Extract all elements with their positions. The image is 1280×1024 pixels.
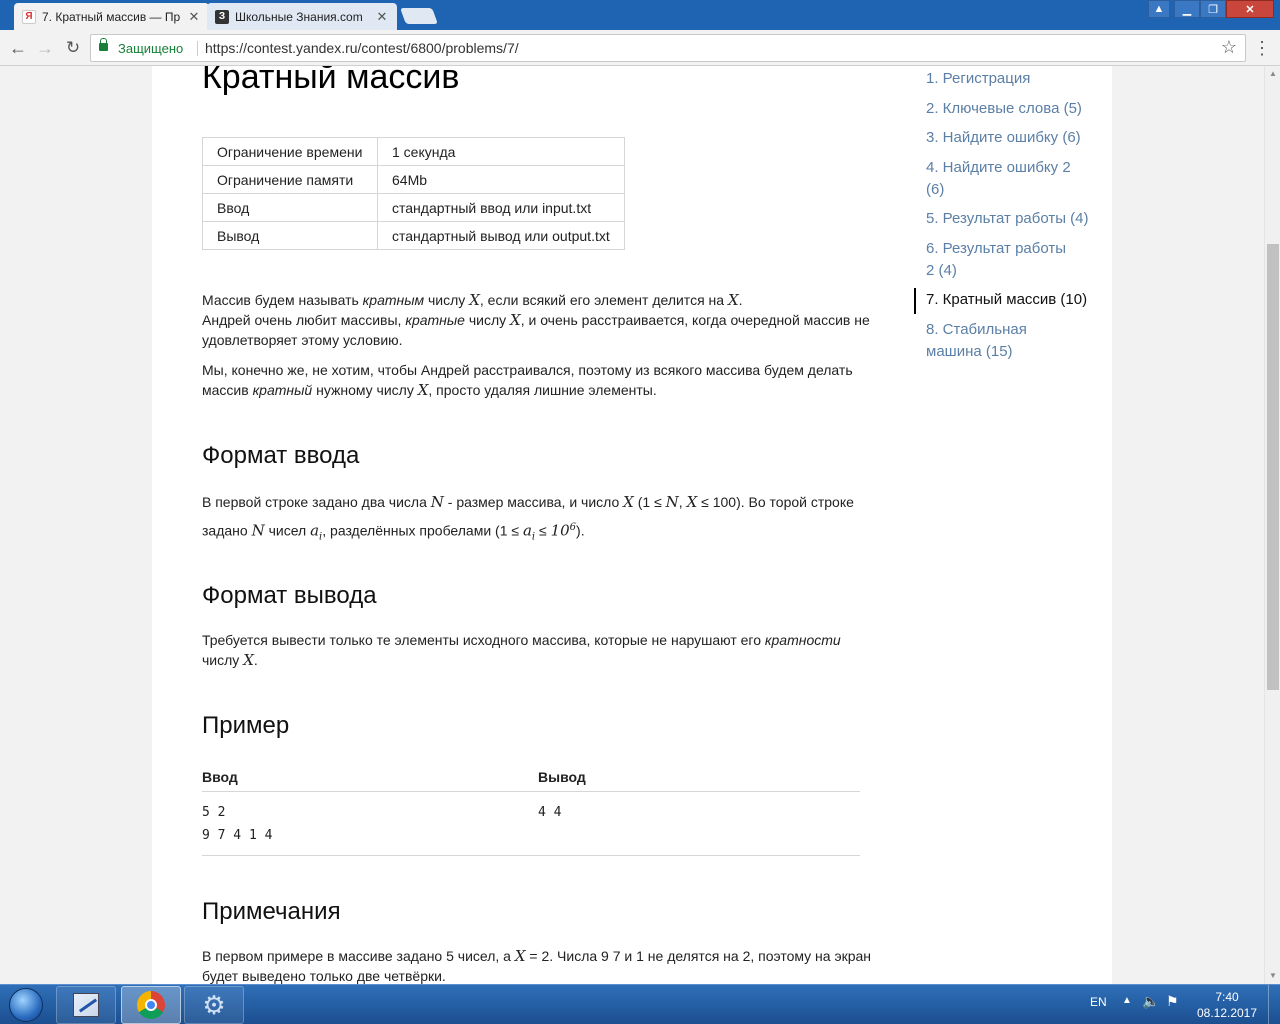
sidebar-item-result[interactable]: 5. Результат работы (4) — [926, 208, 1104, 230]
lock-icon — [99, 38, 108, 51]
table-row: Ограничение памяти 64Mb — [202, 165, 625, 194]
limits-table: Ограничение времени 1 секунда Ограничени… — [202, 137, 625, 250]
clock-date[interactable]: 08.12.2017 — [1196, 1006, 1258, 1020]
reload-icon[interactable]: ↻ — [61, 36, 85, 60]
taskbar-paint-app[interactable] — [56, 986, 116, 1024]
browser-toolbar: ← → ↻ Защищено https://contest.yandex.ru… — [0, 30, 1280, 66]
limit-key: Вывод — [202, 221, 378, 250]
tab-title: Школьные Знания.com — [235, 9, 363, 24]
back-arrow-icon[interactable]: ← — [6, 36, 30, 60]
gear-icon: ⚙ — [202, 989, 226, 1020]
tab-strip: Я 7. Кратный массив — Пр ✕ З Школьные Зн… — [0, 0, 1280, 30]
kebab-menu-icon[interactable]: ⋮ — [1252, 36, 1272, 60]
limit-value: стандартный вывод или output.txt — [377, 221, 625, 250]
statement-paragraph-2: Мы, конечно же, не хотим, чтобы Андрей р… — [202, 362, 853, 399]
page-viewport: Кратный массив Ограничение времени 1 сек… — [0, 66, 1264, 984]
example-divider — [202, 791, 860, 792]
clock-time[interactable]: 7:40 — [1196, 990, 1258, 1004]
tray-expand-icon[interactable]: ▲ — [1122, 995, 1132, 1006]
action-center-flag-icon[interactable]: ⚑ — [1166, 993, 1179, 1010]
language-indicator[interactable]: EN — [1090, 995, 1107, 1009]
url-separator — [197, 41, 198, 56]
example-input-label: Ввод — [202, 769, 238, 785]
sidebar-item-registration[interactable]: 1. Регистрация — [926, 68, 1104, 90]
output-format-heading: Формат вывода — [202, 582, 377, 609]
limit-value: 1 секунда — [377, 137, 625, 166]
start-button[interactable] — [4, 986, 48, 1024]
paint-icon — [73, 993, 99, 1017]
bookmark-star-icon[interactable]: ☆ — [1221, 37, 1237, 58]
sidebar-item-find-bug-2[interactable]: 4. Найдите ошибку 2 (6) — [926, 157, 1076, 201]
taskbar-settings-app[interactable]: ⚙ — [184, 986, 244, 1024]
active-indicator — [914, 288, 916, 314]
secure-label: Защищено — [118, 41, 184, 56]
close-tab-icon[interactable]: ✕ — [187, 9, 201, 25]
new-tab-button[interactable] — [400, 8, 438, 24]
limit-key: Ограничение времени — [202, 137, 378, 166]
example-output-text[interactable]: 4 4 — [538, 801, 561, 824]
table-row: Вывод стандартный вывод или output.txt — [202, 221, 625, 250]
example-heading: Пример — [202, 712, 290, 739]
address-bar[interactable]: Защищено https://contest.yandex.ru/conte… — [90, 34, 1246, 62]
scroll-thumb[interactable] — [1267, 244, 1279, 690]
tab-active[interactable]: Я 7. Кратный массив — Пр ✕ — [14, 3, 209, 30]
scroll-up-icon[interactable]: ▲ — [1265, 66, 1280, 82]
notes-heading: Примечания — [202, 898, 341, 925]
tab-inactive[interactable]: З Школьные Знания.com ✕ — [207, 3, 397, 30]
show-desktop-button[interactable] — [1268, 985, 1280, 1024]
sidebar-item-result-2[interactable]: 6. Результат работы 2 (4) — [926, 238, 1076, 282]
taskbar-chrome-app[interactable] — [121, 986, 181, 1024]
close-tab-icon[interactable]: ✕ — [375, 9, 389, 25]
example-divider — [202, 855, 860, 856]
windows-logo-icon — [9, 988, 43, 1022]
minimize-button[interactable]: ▁ — [1174, 0, 1200, 18]
znania-favicon-icon: З — [215, 9, 229, 24]
close-window-button[interactable]: ✕ — [1226, 0, 1274, 18]
scroll-down-icon[interactable]: ▼ — [1265, 968, 1280, 984]
example-input-text[interactable]: 5 2 9 7 4 1 4 — [202, 801, 272, 847]
page-title: Кратный массив — [202, 66, 460, 96]
content-card: Кратный массив Ограничение времени 1 сек… — [152, 66, 1112, 984]
user-icon[interactable]: ▲ — [1148, 0, 1170, 18]
page-scrollbar[interactable]: ▲ ▼ — [1264, 66, 1280, 984]
output-format-text: Требуется вывести только те элементы исх… — [202, 632, 841, 669]
tab-title: 7. Кратный массив — Пр — [42, 9, 181, 24]
sidebar-item-stable-machine[interactable]: 8. Стабильная машина (15) — [926, 319, 1056, 363]
limit-value: 64Mb — [377, 165, 625, 194]
limit-key: Ограничение памяти — [202, 165, 378, 194]
speaker-icon[interactable]: 🔈 — [1142, 993, 1159, 1010]
table-row: Ограничение времени 1 секунда — [202, 137, 625, 166]
input-format-heading: Формат ввода — [202, 442, 360, 469]
table-row: Ввод стандартный ввод или input.txt — [202, 193, 625, 222]
limit-key: Ввод — [202, 193, 378, 222]
sidebar-item-find-bug[interactable]: 3. Найдите ошибку (6) — [926, 127, 1104, 149]
notes-text: В первом примере в массиве задано 5 чисе… — [202, 947, 872, 984]
limit-value: стандартный ввод или input.txt — [377, 193, 625, 222]
forward-arrow-icon[interactable]: → — [33, 36, 57, 60]
taskbar: ⚙ EN ▲ 🔈 ⚑ 7:40 08.12.2017 — [0, 984, 1280, 1024]
restore-button[interactable]: ❐ — [1200, 0, 1226, 18]
url-text[interactable]: https://contest.yandex.ru/contest/6800/p… — [205, 40, 519, 56]
yandex-favicon-icon: Я — [22, 9, 36, 24]
chrome-icon — [137, 991, 165, 1019]
statement-paragraph-1: Массив будем называть кратным числу X, е… — [202, 291, 870, 348]
example-output-label: Вывод — [538, 769, 586, 785]
sidebar-item-keywords[interactable]: 2. Ключевые слова (5) — [926, 98, 1104, 120]
input-format-text: В первой строке задано два числа N - раз… — [202, 493, 854, 543]
sidebar-item-multiple-array[interactable]: 7. Кратный массив (10) — [926, 289, 1104, 311]
